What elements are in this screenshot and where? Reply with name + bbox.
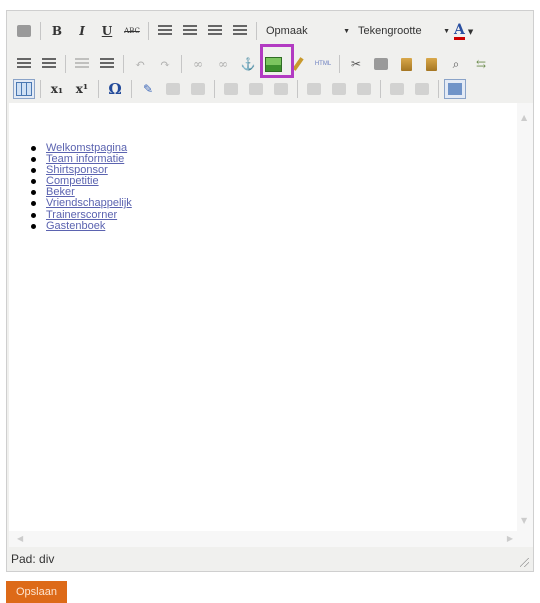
- chevron-down-icon: ▼: [467, 26, 474, 36]
- superscript-icon[interactable]: x¹: [71, 79, 93, 99]
- row-props-icon[interactable]: [411, 79, 433, 99]
- underline-button[interactable]: U: [96, 21, 118, 41]
- table-icon[interactable]: [13, 79, 35, 99]
- split-cells-icon[interactable]: [353, 79, 375, 99]
- separator: [181, 55, 182, 73]
- unlink-icon[interactable]: ∞: [212, 54, 234, 74]
- redo-icon[interactable]: ↷: [154, 54, 176, 74]
- insert-col-icon[interactable]: [303, 79, 325, 99]
- element-path-bar: Pad: div: [7, 548, 533, 570]
- copy-icon[interactable]: [370, 54, 392, 74]
- align-left-icon[interactable]: [154, 21, 176, 41]
- separator: [380, 80, 381, 98]
- editor-content-area[interactable]: Welkomstpagina Team informatie Shirtspon…: [9, 103, 527, 547]
- numbered-list-icon[interactable]: [38, 54, 60, 74]
- fontsize-select-value: Tekengrootte: [358, 25, 422, 37]
- font-color-button[interactable]: A ▼: [454, 23, 473, 40]
- vertical-scrollbar[interactable]: ▲ ▼: [517, 103, 533, 547]
- align-right-icon[interactable]: [204, 21, 226, 41]
- element-path: Pad: div: [11, 552, 55, 566]
- chevron-down-icon: ▼: [443, 27, 450, 35]
- separator: [131, 80, 132, 98]
- list-item[interactable]: Trainerscorner: [29, 209, 132, 221]
- align-justify-icon[interactable]: [229, 21, 251, 41]
- separator: [65, 55, 66, 73]
- subscript-icon[interactable]: x₁: [46, 79, 68, 99]
- cut-icon[interactable]: ✂: [345, 54, 367, 74]
- bullet-list-icon[interactable]: [13, 54, 35, 74]
- table-col-icon[interactable]: [187, 79, 209, 99]
- scroll-right-icon[interactable]: ▶: [507, 534, 513, 543]
- edit-icon[interactable]: ✎: [137, 79, 159, 99]
- delete-row-icon[interactable]: [245, 79, 267, 99]
- list-item[interactable]: Vriendschappelijk: [29, 198, 132, 209]
- scroll-left-icon[interactable]: ◀: [17, 534, 23, 543]
- print-icon[interactable]: [13, 21, 35, 41]
- replace-icon[interactable]: ⇆: [470, 54, 492, 74]
- special-char-icon[interactable]: Ω: [104, 79, 126, 99]
- bold-button[interactable]: B: [46, 21, 68, 41]
- fontsize-select[interactable]: Tekengrootte ▼: [354, 22, 454, 40]
- paste-word-icon[interactable]: [420, 54, 442, 74]
- save-button[interactable]: Opslaan: [6, 581, 67, 603]
- format-select-value: Opmaak: [266, 25, 308, 37]
- indent-icon[interactable]: [96, 54, 118, 74]
- nav-link-list: Welkomstpagina Team informatie Shirtspon…: [29, 142, 132, 232]
- separator: [297, 80, 298, 98]
- separator: [256, 22, 257, 40]
- fullscreen-icon[interactable]: [444, 79, 466, 99]
- format-select[interactable]: Opmaak ▼: [262, 22, 354, 40]
- paste-icon[interactable]: [395, 54, 417, 74]
- horizontal-scrollbar[interactable]: ◀ ▶: [9, 531, 527, 547]
- toolbar-row-2: ↶ ↷ ∞ ∞ ⚓ HTML ✂ ⌕ ⇆: [13, 52, 495, 76]
- list-item[interactable]: Competitie: [29, 176, 132, 187]
- insert-row-icon[interactable]: [220, 79, 242, 99]
- separator: [40, 22, 41, 40]
- resize-handle-icon[interactable]: [520, 558, 529, 567]
- separator: [339, 55, 340, 73]
- chevron-down-icon: ▼: [343, 27, 350, 35]
- strikethrough-button[interactable]: ABC: [121, 21, 143, 41]
- toolbar-row-3: x₁ x¹ Ω ✎: [13, 77, 469, 101]
- separator: [40, 80, 41, 98]
- scroll-down-icon[interactable]: ▼: [521, 516, 527, 525]
- outdent-icon[interactable]: [71, 54, 93, 74]
- merge-cells-icon[interactable]: [270, 79, 292, 99]
- html-icon[interactable]: HTML: [312, 54, 334, 74]
- delete-col-icon[interactable]: [328, 79, 350, 99]
- table-row-icon[interactable]: [162, 79, 184, 99]
- anchor-icon[interactable]: ⚓: [237, 54, 259, 74]
- undo-icon[interactable]: ↶: [129, 54, 151, 74]
- rich-text-editor: B I U ABC Opmaak ▼ Tekengrootte ▼ A ▼ ↶ …: [6, 10, 534, 572]
- font-color-icon: A: [454, 21, 465, 40]
- separator: [98, 80, 99, 98]
- italic-button[interactable]: I: [71, 21, 93, 41]
- align-center-icon[interactable]: [179, 21, 201, 41]
- cell-props-icon[interactable]: [386, 79, 408, 99]
- separator: [123, 55, 124, 73]
- separator: [214, 80, 215, 98]
- toolbar-row-1: B I U ABC Opmaak ▼ Tekengrootte ▼ A ▼: [13, 19, 473, 43]
- image-button-highlight: [260, 44, 294, 78]
- find-icon[interactable]: ⌕: [445, 54, 467, 74]
- scroll-up-icon[interactable]: ▲: [521, 113, 527, 122]
- separator: [148, 22, 149, 40]
- separator: [438, 80, 439, 98]
- list-item[interactable]: Gastenboek: [29, 220, 132, 232]
- link-icon[interactable]: ∞: [187, 54, 209, 74]
